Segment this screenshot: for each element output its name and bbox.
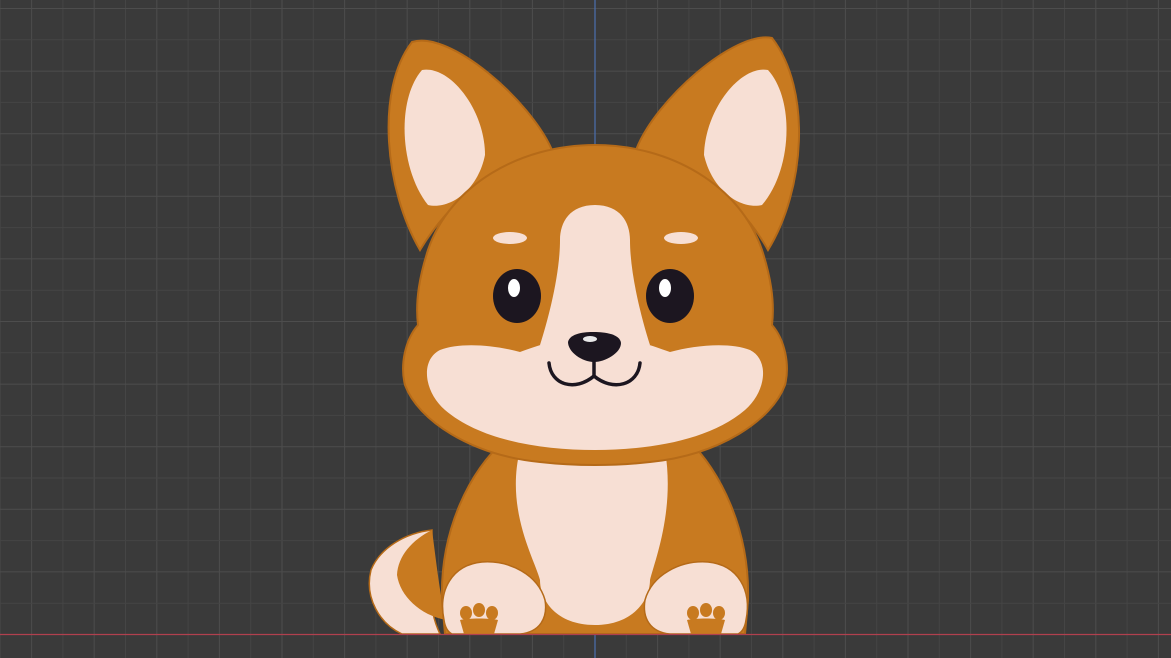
corgi-left-eye	[493, 269, 541, 323]
corgi-right-eye	[646, 269, 694, 323]
corgi-left-eye-highlight	[508, 279, 520, 297]
corgi-left-eyebrow	[493, 232, 527, 244]
viewport-canvas	[0, 0, 1171, 658]
corgi-right-eye-highlight	[659, 279, 671, 297]
corgi-right-eyebrow	[664, 232, 698, 244]
corgi-left-paw-pads	[460, 603, 498, 634]
corgi-nose-highlight	[583, 336, 597, 342]
2d-viewport[interactable]	[0, 0, 1171, 658]
corgi-right-paw-pads	[687, 603, 725, 634]
